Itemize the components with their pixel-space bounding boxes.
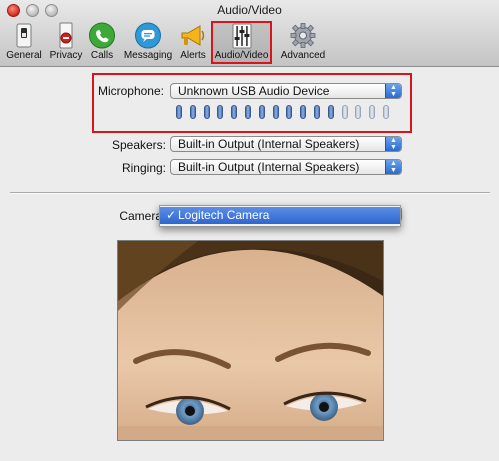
toolbar-label: Privacy — [49, 50, 83, 61]
selected-tab-highlight — [211, 21, 272, 64]
level-segment — [286, 105, 293, 119]
webcam-face-image — [118, 241, 383, 440]
camera-preview — [117, 240, 384, 441]
popup-arrows-icon: ▲▼ — [385, 84, 401, 98]
chat-bubble-icon — [135, 22, 161, 49]
level-segment — [176, 105, 182, 119]
level-segment — [231, 105, 238, 119]
window-title: Audio/Video — [217, 3, 282, 17]
toolbar-label: Calls — [90, 50, 114, 61]
level-segment — [300, 105, 307, 119]
toolbar-calls[interactable]: Calls — [87, 22, 117, 64]
microphone-value: Unknown USB Audio Device — [178, 84, 330, 98]
level-segment — [341, 105, 348, 119]
toolbar-privacy[interactable]: Privacy — [48, 22, 84, 64]
level-segment — [189, 105, 196, 119]
preferences-window: Audio/Video General Privacy Calls Messag… — [0, 0, 499, 461]
ringing-value: Built-in Output (Internal Speakers) — [178, 160, 360, 174]
speakers-value: Built-in Output (Internal Speakers) — [178, 137, 360, 151]
level-segment — [272, 105, 279, 119]
level-segment — [369, 105, 376, 119]
level-segment — [314, 105, 320, 119]
level-segment — [355, 105, 362, 119]
ringing-select[interactable]: Built-in Output (Internal Speakers) ▲ ▼ — [170, 159, 402, 175]
title-toolbar: Audio/Video General Privacy Calls Messag… — [0, 0, 499, 67]
phone-icon — [89, 22, 115, 49]
toolbar-label: Advanced — [280, 50, 326, 61]
level-segment — [203, 105, 210, 119]
level-segment — [245, 105, 251, 119]
section-divider — [10, 192, 490, 193]
toolbar-label: Alerts — [180, 50, 206, 61]
camera-dropdown-menu: ✓ Logitech Camera — [159, 205, 401, 227]
speakers-label: Speakers: — [111, 138, 166, 152]
ringing-label: Ringing: — [121, 161, 166, 175]
camera-option-label: Logitech Camera — [178, 208, 270, 222]
popup-arrows-icon: ▲▼ — [385, 137, 401, 151]
level-segment — [258, 105, 265, 119]
toolbar-alerts[interactable]: Alerts — [178, 22, 208, 64]
toolbar-advanced[interactable]: Advanced — [279, 22, 327, 64]
speakers-select[interactable]: Built-in Output (Internal Speakers) ▲ ▼ — [170, 136, 402, 152]
megaphone-icon — [181, 25, 205, 46]
checkmark-icon: ✓ — [166, 208, 177, 222]
toolbar-messaging[interactable]: Messaging — [122, 22, 174, 64]
camera-label: Camera — [119, 209, 162, 223]
toolbar-label: General — [6, 50, 42, 61]
microphone-label: Microphone: — [97, 84, 164, 98]
camera-option-logitech[interactable]: ✓ Logitech Camera — [160, 207, 400, 224]
level-segment — [327, 105, 334, 119]
microphone-select[interactable]: Unknown USB Audio Device ▲ ▼ — [170, 83, 402, 99]
popup-arrows-icon: ▲▼ — [385, 160, 401, 174]
level-segment — [217, 105, 224, 119]
toolbar-label: Messaging — [123, 50, 173, 61]
privacy-icon — [59, 22, 73, 49]
general-switch-icon — [16, 23, 32, 48]
toolbar-general[interactable]: General — [4, 22, 44, 64]
level-segment — [383, 105, 389, 119]
microphone-highlight-frame — [92, 73, 412, 133]
gear-icon — [290, 23, 316, 48]
